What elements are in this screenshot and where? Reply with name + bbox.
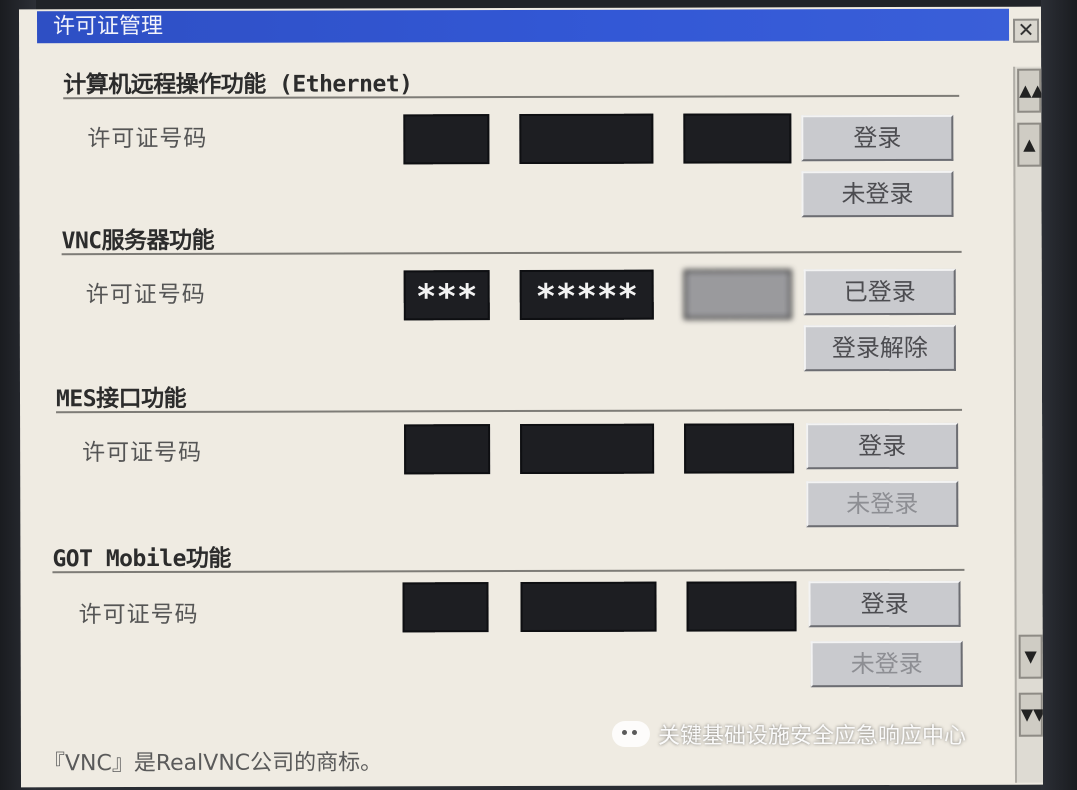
line-up-icon[interactable]: ▲: [1017, 122, 1042, 167]
register-button[interactable]: 登录: [808, 580, 961, 628]
unregister-button[interactable]: 登录解除: [803, 324, 956, 372]
register-button[interactable]: 登录: [806, 422, 959, 470]
section-title-remote-operation: 计算机远程操作功能 (Ethernet): [63, 71, 413, 99]
license-field-1[interactable]: [402, 582, 489, 633]
license-field-3[interactable]: [686, 581, 797, 632]
license-field-1[interactable]: ***: [403, 270, 490, 321]
registration-status-button: 未登录: [806, 480, 959, 528]
license-field-2[interactable]: [519, 113, 654, 165]
register-button[interactable]: 登录: [801, 114, 954, 162]
page-down-icon[interactable]: ▼▼: [1018, 692, 1043, 737]
license-field-3[interactable]: [684, 423, 795, 474]
license-field-3-masked[interactable]: [683, 269, 792, 320]
section-title-mes-interface: MES接口功能: [55, 385, 187, 413]
vertical-scrollbar[interactable]: ▲▲ ▲ ▼ ▼▼: [1013, 66, 1044, 783]
license-field-2[interactable]: *****: [519, 269, 654, 321]
license-field-3[interactable]: [683, 113, 792, 164]
wechat-icon: [612, 721, 650, 747]
license-number-label: 许可证号码: [85, 281, 206, 309]
license-number-label: 许可证号码: [78, 601, 199, 629]
section-divider: [56, 408, 963, 414]
window-title: 许可证管理: [52, 13, 164, 40]
section-title-vnc-server: VNC服务器功能: [61, 227, 215, 255]
license-field-2[interactable]: [520, 423, 655, 475]
license-management-window: 许可证管理 ✕ 计算机远程操作功能 (Ethernet) 许可证号码 登录 未登…: [18, 6, 1044, 788]
license-number-label: 许可证号码: [82, 439, 203, 467]
window-title-bar: 许可证管理: [36, 8, 1010, 44]
registered-button[interactable]: 已登录: [803, 268, 956, 316]
page-up-icon[interactable]: ▲▲: [1017, 68, 1043, 113]
registration-status-button[interactable]: 未登录: [801, 170, 954, 218]
watermark-text: 关键基础设施安全应急响应中心: [658, 724, 967, 749]
license-number-label: 许可证号码: [87, 125, 208, 153]
license-field-1[interactable]: [404, 424, 491, 475]
registration-status-button: 未登录: [810, 640, 963, 688]
license-field-1[interactable]: [403, 114, 490, 165]
license-field-2[interactable]: [520, 581, 657, 633]
line-down-icon[interactable]: ▼: [1018, 634, 1043, 679]
watermark: 关键基础设施安全应急响应中心: [612, 718, 966, 750]
license-content: 计算机远程操作功能 (Ethernet) 许可证号码 登录 未登录 VNC服务器…: [19, 43, 1021, 788]
vnc-trademark-note: 『VNC』是RealVNC公司的商标。: [42, 750, 383, 777]
monitor-bezel-right: [1041, 0, 1077, 790]
section-title-got-mobile: GOT Mobile功能: [52, 545, 231, 573]
close-icon[interactable]: ✕: [1013, 18, 1040, 43]
